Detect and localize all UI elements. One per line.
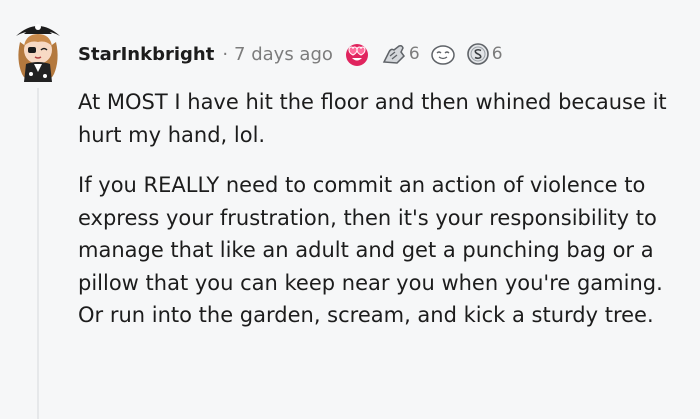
- comment-paragraph: At MOST I have hit the floor and then wh…: [78, 90, 667, 147]
- wholesome-face-award-icon: [430, 45, 455, 65]
- award-count: 6: [491, 44, 503, 64]
- award-helpful-hands[interactable]: 6: [381, 42, 420, 66]
- comment-header: StarInkbright · 7 days ago 6 6: [78, 38, 503, 70]
- silver-award-icon: [466, 43, 489, 65]
- award-silver[interactable]: 6: [466, 42, 503, 66]
- helpful-hands-award-icon: [382, 45, 405, 64]
- comment-timestamp[interactable]: 7 days ago: [234, 44, 333, 65]
- user-avatar[interactable]: [10, 12, 66, 84]
- thread-line[interactable]: [37, 88, 39, 419]
- comment: StarInkbright · 7 days ago 6 6 At MOST I…: [0, 0, 700, 419]
- award-heart-eyes[interactable]: [343, 41, 371, 67]
- comment-paragraph: If you REALLY need to commit an action o…: [78, 173, 663, 327]
- avatar-image: [16, 24, 60, 82]
- comment-body: At MOST I have hit the floor and then wh…: [78, 86, 694, 350]
- separator-dot: ·: [222, 43, 229, 65]
- award-count: 6: [408, 44, 420, 64]
- award-wholesome-face[interactable]: [430, 42, 456, 66]
- heart-eyes-award-icon: [345, 44, 368, 66]
- author-username[interactable]: StarInkbright: [78, 44, 214, 65]
